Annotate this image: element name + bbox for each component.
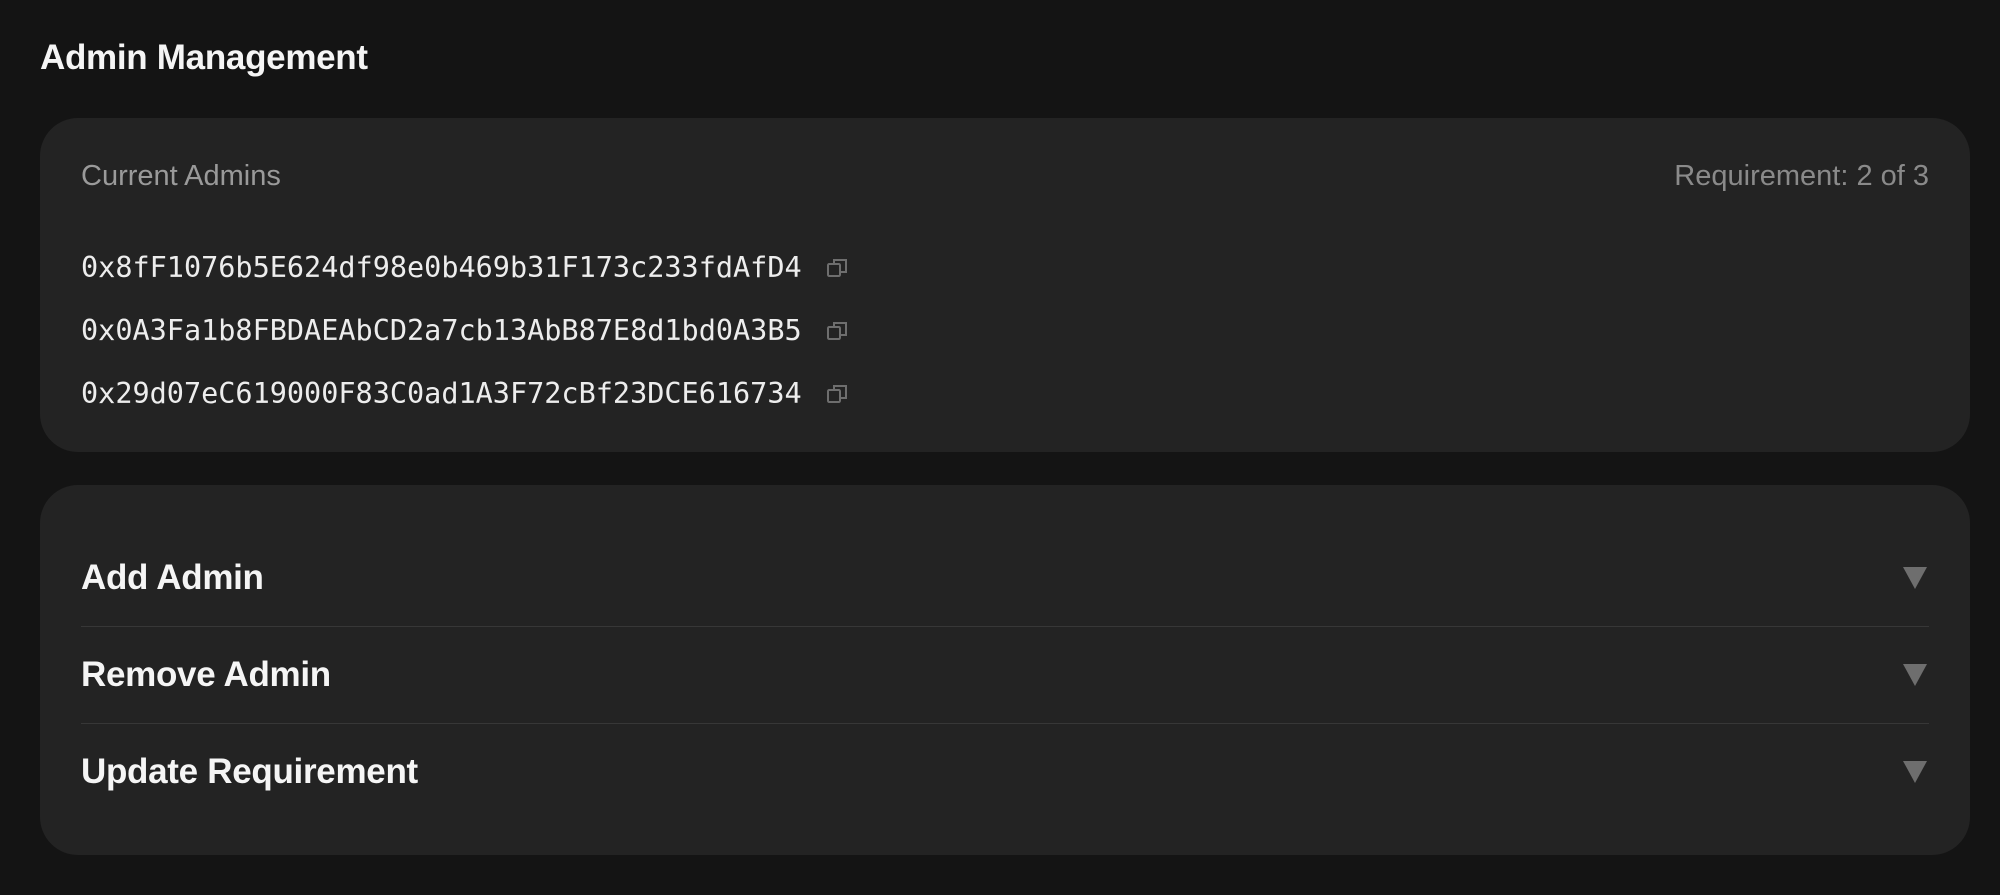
chevron-down-icon <box>1901 661 1929 689</box>
chevron-down-icon <box>1901 564 1929 592</box>
current-admins-label: Current Admins <box>81 160 281 192</box>
current-admins-header: Current Admins Requirement: 2 of 3 <box>81 160 1929 193</box>
copy-icon <box>826 258 847 277</box>
admin-list-item: 0x0A3Fa1b8FBDAEAbCD2a7cb13AbB87E8d1bd0A3… <box>81 299 852 362</box>
accordion-remove-admin[interactable]: Remove Admin <box>81 627 1929 724</box>
admin-actions-accordion: Add Admin Remove Admin Update Requiremen… <box>81 530 1929 820</box>
chevron-down-icon <box>1901 758 1929 786</box>
accordion-label: Add Admin <box>81 558 264 597</box>
accordion-label: Remove Admin <box>81 655 331 694</box>
admin-address: 0x0A3Fa1b8FBDAEAbCD2a7cb13AbB87E8d1bd0A3… <box>81 314 802 347</box>
admin-list: 0x8fF1076b5E624df98e0b469b31F173c233fdAf… <box>81 236 852 425</box>
current-admins-card: Current Admins Requirement: 2 of 3 0x8fF… <box>40 118 1970 452</box>
copy-icon[interactable] <box>824 254 852 282</box>
page-title: Admin Management <box>40 38 368 77</box>
copy-icon[interactable] <box>824 317 852 345</box>
accordion-update-requirement[interactable]: Update Requirement <box>81 724 1929 820</box>
admin-actions-card: Add Admin Remove Admin Update Requiremen… <box>40 485 1970 855</box>
accordion-add-admin[interactable]: Add Admin <box>81 530 1929 627</box>
copy-icon <box>826 321 847 340</box>
accordion-label: Update Requirement <box>81 752 418 791</box>
copy-icon <box>826 384 847 403</box>
admin-address: 0x8fF1076b5E624df98e0b469b31F173c233fdAf… <box>81 251 802 284</box>
admin-address: 0x29d07eC619000F83C0ad1A3F72cBf23DCE6167… <box>81 377 802 410</box>
admin-list-item: 0x8fF1076b5E624df98e0b469b31F173c233fdAf… <box>81 236 852 299</box>
copy-icon[interactable] <box>824 380 852 408</box>
requirement-label: Requirement: 2 of 3 <box>1674 160 1929 192</box>
admin-list-item: 0x29d07eC619000F83C0ad1A3F72cBf23DCE6167… <box>81 362 852 425</box>
